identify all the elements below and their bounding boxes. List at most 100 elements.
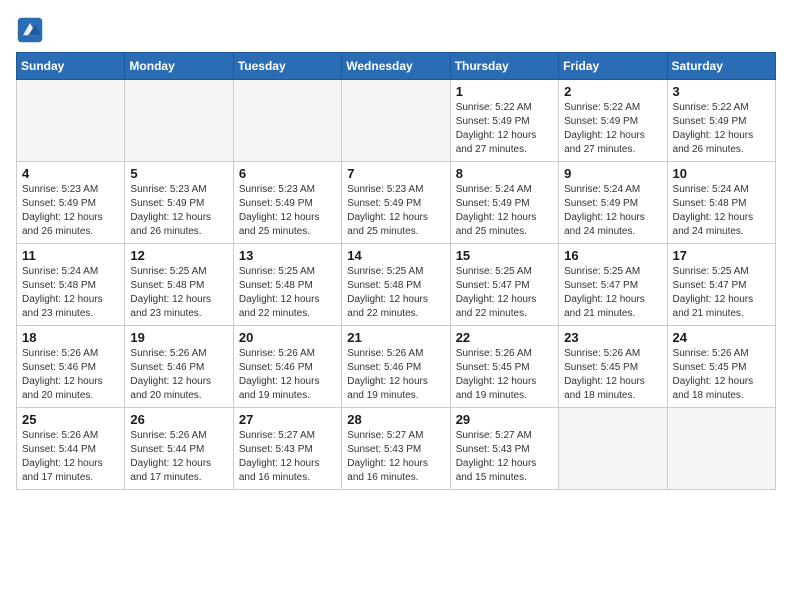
calendar-cell [125, 80, 233, 162]
day-number: 22 [456, 330, 553, 345]
day-number: 10 [673, 166, 770, 181]
calendar-cell: 18 Sunrise: 5:26 AM Sunset: 5:46 PM Dayli… [17, 326, 125, 408]
logo [16, 16, 48, 44]
day-number: 12 [130, 248, 227, 263]
day-number: 3 [673, 84, 770, 99]
calendar-cell: 14 Sunrise: 5:25 AM Sunset: 5:48 PM Dayli… [342, 244, 450, 326]
calendar-cell: 5 Sunrise: 5:23 AM Sunset: 5:49 PM Daylig… [125, 162, 233, 244]
column-header-thursday: Thursday [450, 53, 558, 80]
day-number: 8 [456, 166, 553, 181]
calendar-table: SundayMondayTuesdayWednesdayThursdayFrid… [16, 52, 776, 490]
cell-info: Sunrise: 5:23 AM Sunset: 5:49 PM Dayligh… [22, 183, 119, 239]
calendar-cell: 28 Sunrise: 5:27 AM Sunset: 5:43 PM Dayli… [342, 408, 450, 490]
cell-info: Sunrise: 5:25 AM Sunset: 5:47 PM Dayligh… [564, 265, 661, 321]
cell-info: Sunrise: 5:24 AM Sunset: 5:48 PM Dayligh… [673, 183, 770, 239]
cell-info: Sunrise: 5:24 AM Sunset: 5:49 PM Dayligh… [456, 183, 553, 239]
calendar-cell: 13Sunrise: 5:25 AM Sunset: 5:48 PM Dayli… [233, 244, 341, 326]
cell-info: Sunrise: 5:23 AM Sunset: 5:49 PM Dayligh… [347, 183, 444, 239]
cell-info: Sunrise: 5:26 AM Sunset: 5:45 PM Dayligh… [673, 347, 770, 403]
cell-info: Sunrise: 5:22 AM Sunset: 5:49 PM Dayligh… [564, 101, 661, 157]
column-header-monday: Monday [125, 53, 233, 80]
calendar-cell: 2 Sunrise: 5:22 AM Sunset: 5:49 PM Daylig… [559, 80, 667, 162]
calendar-cell: 24Sunrise: 5:26 AM Sunset: 5:45 PM Dayli… [667, 326, 775, 408]
calendar-cell [667, 408, 775, 490]
day-number: 16 [564, 248, 661, 263]
day-number: 27 [239, 412, 336, 427]
cell-info: Sunrise: 5:26 AM Sunset: 5:46 PM Dayligh… [239, 347, 336, 403]
calendar-cell: 23 Sunrise: 5:26 AM Sunset: 5:45 PM Dayli… [559, 326, 667, 408]
cell-info: Sunrise: 5:22 AM Sunset: 5:49 PM Dayligh… [456, 101, 553, 157]
column-header-saturday: Saturday [667, 53, 775, 80]
cell-info: Sunrise: 5:25 AM Sunset: 5:48 PM Dayligh… [347, 265, 444, 321]
calendar-week-3: 11 Sunrise: 5:24 AM Sunset: 5:48 PM Dayli… [17, 244, 776, 326]
cell-info: Sunrise: 5:24 AM Sunset: 5:48 PM Dayligh… [22, 265, 119, 321]
cell-info: Sunrise: 5:25 AM Sunset: 5:48 PM Dayligh… [239, 265, 336, 321]
calendar-cell: 25 Sunrise: 5:26 AM Sunset: 5:44 PM Dayli… [17, 408, 125, 490]
cell-info: Sunrise: 5:26 AM Sunset: 5:45 PM Dayligh… [456, 347, 553, 403]
day-number: 4 [22, 166, 119, 181]
calendar-cell: 11 Sunrise: 5:24 AM Sunset: 5:48 PM Dayli… [17, 244, 125, 326]
column-header-friday: Friday [559, 53, 667, 80]
day-number: 9 [564, 166, 661, 181]
calendar-cell [233, 80, 341, 162]
cell-info: Sunrise: 5:26 AM Sunset: 5:44 PM Dayligh… [22, 429, 119, 485]
day-number: 17 [673, 248, 770, 263]
day-number: 5 [130, 166, 227, 181]
calendar-cell: 19 Sunrise: 5:26 AM Sunset: 5:46 PM Dayli… [125, 326, 233, 408]
day-number: 11 [22, 248, 119, 263]
cell-info: Sunrise: 5:22 AM Sunset: 5:49 PM Dayligh… [673, 101, 770, 157]
cell-info: Sunrise: 5:25 AM Sunset: 5:47 PM Dayligh… [673, 265, 770, 321]
cell-info: Sunrise: 5:27 AM Sunset: 5:43 PM Dayligh… [347, 429, 444, 485]
cell-info: Sunrise: 5:25 AM Sunset: 5:47 PM Dayligh… [456, 265, 553, 321]
calendar-cell: 1 Sunrise: 5:22 AM Sunset: 5:49 PM Daylig… [450, 80, 558, 162]
column-header-sunday: Sunday [17, 53, 125, 80]
cell-info: Sunrise: 5:26 AM Sunset: 5:46 PM Dayligh… [130, 347, 227, 403]
calendar-cell: 26 Sunrise: 5:26 AM Sunset: 5:44 PM Dayli… [125, 408, 233, 490]
day-number: 15 [456, 248, 553, 263]
day-number: 14 [347, 248, 444, 263]
calendar-week-2: 4 Sunrise: 5:23 AM Sunset: 5:49 PM Daylig… [17, 162, 776, 244]
calendar-cell: 10 Sunrise: 5:24 AM Sunset: 5:48 PM Dayli… [667, 162, 775, 244]
calendar-cell: 17 Sunrise: 5:25 AM Sunset: 5:47 PM Dayli… [667, 244, 775, 326]
calendar-cell: 15 Sunrise: 5:25 AM Sunset: 5:47 PM Dayli… [450, 244, 558, 326]
day-number: 7 [347, 166, 444, 181]
day-number: 28 [347, 412, 444, 427]
day-number: 21 [347, 330, 444, 345]
calendar-cell: 9 Sunrise: 5:24 AM Sunset: 5:49 PM Daylig… [559, 162, 667, 244]
day-number: 6 [239, 166, 336, 181]
cell-info: Sunrise: 5:26 AM Sunset: 5:44 PM Dayligh… [130, 429, 227, 485]
calendar-header-row: SundayMondayTuesdayWednesdayThursdayFrid… [17, 53, 776, 80]
day-number: 18 [22, 330, 119, 345]
cell-info: Sunrise: 5:23 AM Sunset: 5:49 PM Dayligh… [239, 183, 336, 239]
cell-info: Sunrise: 5:26 AM Sunset: 5:46 PM Dayligh… [22, 347, 119, 403]
calendar-body: 1 Sunrise: 5:22 AM Sunset: 5:49 PM Daylig… [17, 80, 776, 490]
cell-info: Sunrise: 5:27 AM Sunset: 5:43 PM Dayligh… [456, 429, 553, 485]
day-number: 25 [22, 412, 119, 427]
day-number: 19 [130, 330, 227, 345]
day-number: 2 [564, 84, 661, 99]
cell-info: Sunrise: 5:25 AM Sunset: 5:48 PM Dayligh… [130, 265, 227, 321]
calendar-week-1: 1 Sunrise: 5:22 AM Sunset: 5:49 PM Daylig… [17, 80, 776, 162]
calendar-cell: 6 Sunrise: 5:23 AM Sunset: 5:49 PM Daylig… [233, 162, 341, 244]
column-header-wednesday: Wednesday [342, 53, 450, 80]
calendar-cell: 29Sunrise: 5:27 AM Sunset: 5:43 PM Dayli… [450, 408, 558, 490]
calendar-cell: 12 Sunrise: 5:25 AM Sunset: 5:48 PM Dayli… [125, 244, 233, 326]
calendar-cell [342, 80, 450, 162]
day-number: 26 [130, 412, 227, 427]
calendar-week-4: 18 Sunrise: 5:26 AM Sunset: 5:46 PM Dayli… [17, 326, 776, 408]
day-number: 23 [564, 330, 661, 345]
day-number: 20 [239, 330, 336, 345]
cell-info: Sunrise: 5:23 AM Sunset: 5:49 PM Dayligh… [130, 183, 227, 239]
calendar-week-5: 25 Sunrise: 5:26 AM Sunset: 5:44 PM Dayli… [17, 408, 776, 490]
calendar-cell: 4 Sunrise: 5:23 AM Sunset: 5:49 PM Daylig… [17, 162, 125, 244]
calendar-cell: 8 Sunrise: 5:24 AM Sunset: 5:49 PM Daylig… [450, 162, 558, 244]
cell-info: Sunrise: 5:26 AM Sunset: 5:45 PM Dayligh… [564, 347, 661, 403]
cell-info: Sunrise: 5:27 AM Sunset: 5:43 PM Dayligh… [239, 429, 336, 485]
page-header [16, 16, 776, 44]
calendar-cell [559, 408, 667, 490]
day-number: 1 [456, 84, 553, 99]
cell-info: Sunrise: 5:24 AM Sunset: 5:49 PM Dayligh… [564, 183, 661, 239]
calendar-cell: 16 Sunrise: 5:25 AM Sunset: 5:47 PM Dayli… [559, 244, 667, 326]
cell-info: Sunrise: 5:26 AM Sunset: 5:46 PM Dayligh… [347, 347, 444, 403]
calendar-cell: 22 Sunrise: 5:26 AM Sunset: 5:45 PM Dayli… [450, 326, 558, 408]
